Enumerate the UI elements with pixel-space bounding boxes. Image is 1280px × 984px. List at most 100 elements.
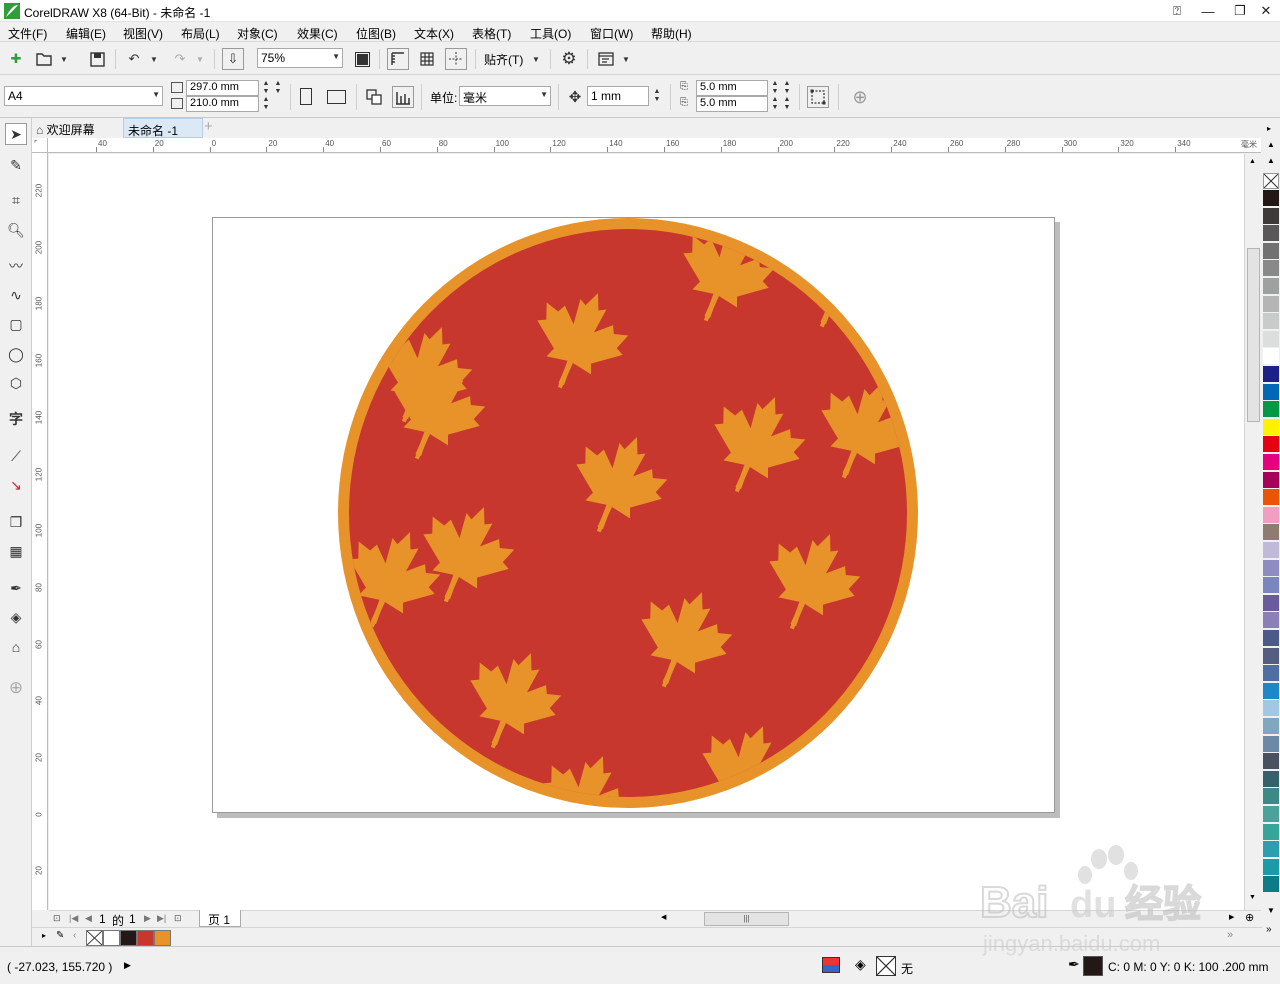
open-folder-icon[interactable] (33, 48, 55, 70)
zoom-level-field[interactable]: 75% ▼ (257, 48, 343, 68)
palette-swatch[interactable] (1263, 542, 1279, 559)
vertical-scroll-thumb[interactable] (1247, 248, 1260, 422)
last-page-icon[interactable]: ▶| (157, 913, 166, 924)
menu-layout[interactable]: 布局(L) (181, 25, 220, 42)
palette-swatch[interactable] (1263, 577, 1279, 595)
show-guidelines-icon[interactable] (445, 48, 467, 70)
palette-swatch[interactable] (1263, 559, 1279, 577)
save-icon[interactable] (86, 48, 108, 70)
menu-edit[interactable]: 编辑(E) (66, 25, 106, 42)
menu-help[interactable]: 帮助(H) (651, 25, 692, 42)
palette-swatch[interactable] (1263, 260, 1279, 278)
palette-flyout-icon[interactable]: ▸ (1267, 124, 1271, 133)
palette-swatch[interactable] (1263, 753, 1279, 771)
document-palette-swatch[interactable] (154, 930, 171, 946)
palette-swatch[interactable] (1263, 718, 1279, 735)
zoom-dropdown-icon[interactable]: ▼ (332, 52, 340, 61)
palette-swatch[interactable] (1263, 770, 1279, 788)
palette-swatch[interactable] (1263, 612, 1279, 630)
launcher-dropdown-icon[interactable]: ▼ (621, 49, 631, 69)
tab-welcome-screen[interactable]: ⌂ 欢迎屏幕 (32, 118, 122, 138)
no-fill-swatch[interactable] (876, 956, 896, 976)
new-document-icon[interactable]: ✚ (5, 48, 27, 70)
palette-swatch[interactable] (1263, 489, 1279, 507)
freehand-tool-icon[interactable]: 〰 (5, 255, 27, 277)
scroll-right-icon[interactable]: ▶ (1229, 913, 1234, 921)
palette-swatch[interactable] (1263, 436, 1279, 454)
menu-window[interactable]: 窗口(W) (590, 25, 633, 42)
palette-swatch[interactable] (1263, 242, 1279, 260)
ellipse-tool-icon[interactable]: ◯ (5, 343, 27, 365)
show-grid-icon[interactable] (416, 48, 438, 70)
palette-swatch[interactable] (1263, 330, 1279, 348)
snap-to-button[interactable]: 贴齐(T) (484, 51, 523, 68)
options-gear-icon[interactable]: ⚙ (558, 48, 580, 70)
help-person-icon[interactable]: ⍰ (1166, 2, 1188, 20)
rectangle-tool-icon[interactable]: ▢ (5, 313, 27, 335)
scroll-down-icon[interactable]: ▼ (1249, 894, 1256, 901)
shape-tool-icon[interactable]: ✎ (5, 154, 27, 176)
palette-swatch[interactable] (1263, 207, 1279, 225)
menu-file[interactable]: 文件(F) (8, 25, 47, 42)
artistic-media-icon[interactable]: ∿ (5, 284, 27, 306)
palette-swatch[interactable] (1263, 506, 1279, 524)
zoom-full-screen-icon[interactable] (351, 48, 373, 70)
units-dropdown-icon[interactable]: ▼ (540, 90, 548, 99)
palette-scroll-left-icon[interactable]: ‹ (73, 930, 76, 941)
polygon-tool-icon[interactable]: ⬡ (5, 372, 27, 394)
transparency-icon[interactable]: ▦ (5, 540, 27, 562)
show-rulers-icon[interactable] (387, 48, 409, 70)
document-palette-swatch[interactable] (103, 930, 120, 946)
palette-no-color-swatch[interactable] (1263, 173, 1279, 189)
page-height-spinner[interactable]: ▲ ▼ (260, 96, 272, 112)
scroll-up-icon[interactable]: ▲ (1249, 158, 1256, 165)
palette-swatch[interactable] (1263, 418, 1279, 436)
units-select[interactable]: 毫米 ▼ (459, 86, 551, 106)
palette-swatch[interactable] (1263, 594, 1279, 612)
pick-tool-icon[interactable]: ➤ (5, 123, 27, 145)
snap-dropdown-icon[interactable]: ▼ (531, 49, 541, 69)
first-page-icon[interactable]: |◀ (69, 913, 78, 924)
page-width-field[interactable]: 297.0 mm (186, 80, 259, 96)
palette-scroll-right-icon[interactable]: » (1227, 929, 1233, 941)
palette-swatch[interactable] (1263, 313, 1279, 331)
page-size-select[interactable]: A4 ▼ (4, 86, 163, 106)
page-height-field[interactable]: 210.0 mm (186, 96, 259, 112)
crop-tool-icon[interactable]: ⌗ (5, 189, 27, 211)
tab-document[interactable]: 未命名 -1 (123, 118, 203, 138)
palette-swatch[interactable] (1263, 823, 1279, 841)
duplicate-y-spinner-2[interactable]: ▲ ▼ (781, 96, 793, 112)
zoom-tool-icon[interactable]: 🔍︎ (5, 219, 27, 241)
palette-swatch[interactable] (1263, 858, 1279, 876)
connector-tool-icon[interactable]: ↘ (5, 474, 27, 496)
duplicate-y-field[interactable]: 5.0 mm (696, 96, 768, 112)
palette-swatch[interactable] (1263, 524, 1279, 542)
palette-scroll-up-icon[interactable]: ▲ (1267, 156, 1275, 165)
palette-swatch[interactable] (1263, 788, 1279, 806)
menu-text[interactable]: 文本(X) (414, 25, 454, 42)
smart-fill-icon[interactable]: ⌂ (5, 636, 27, 658)
menu-effects[interactable]: 效果(C) (297, 25, 338, 42)
first-page-add-icon[interactable]: ⊡ (53, 913, 61, 924)
import-icon[interactable]: ⇩ (222, 48, 244, 70)
document-palette-swatch[interactable] (86, 930, 103, 946)
palette-swatch[interactable] (1263, 647, 1279, 665)
palette-swatch[interactable] (1263, 366, 1279, 383)
all-pages-icon[interactable] (363, 86, 385, 108)
parallel-dimension-icon[interactable]: ⟋ (5, 445, 27, 467)
prev-page-icon[interactable]: ◀ (85, 913, 92, 924)
restore-icon[interactable]: ❐ (1229, 2, 1251, 20)
add-tool-icon[interactable]: ⊕ (5, 677, 27, 699)
horizontal-scroll-thumb[interactable]: ||| (704, 912, 789, 926)
palette-swatch[interactable] (1263, 383, 1279, 401)
eyedropper-icon[interactable]: ✒ (5, 577, 27, 599)
menu-view[interactable]: 视图(V) (123, 25, 163, 42)
landscape-icon[interactable] (327, 90, 346, 104)
duplicate-y-spinner[interactable]: ▲ ▼ (769, 96, 781, 112)
color-proof-icon[interactable] (822, 957, 840, 973)
palette-swatch[interactable] (1263, 700, 1279, 718)
status-expand-icon[interactable]: ▶ (124, 960, 131, 971)
menu-tools[interactable]: 工具(O) (530, 25, 571, 42)
vertical-ruler[interactable]: 220 200 180 160 140 120 100 80 60 40 20 0 20 (32, 153, 48, 910)
close-icon[interactable]: ✕ (1255, 2, 1277, 20)
